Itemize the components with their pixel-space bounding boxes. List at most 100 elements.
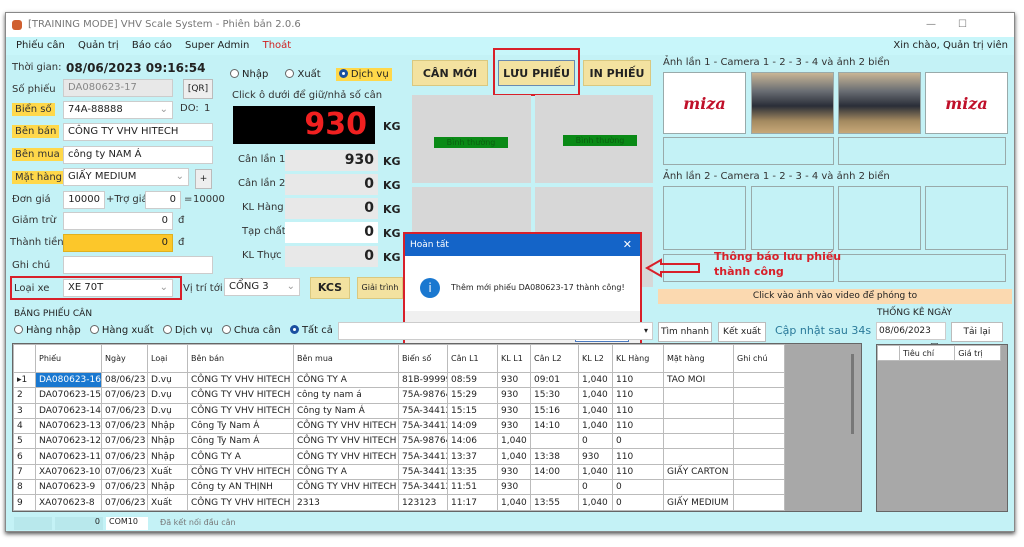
filter-hang-nhap[interactable]: Hàng nhập	[14, 325, 81, 336]
column-header[interactable]: Mặt hàng	[663, 344, 734, 373]
table-row[interactable]: 4 NA070623-13 07/06/23 Nhập Công Ty Nam Á CÔN…	[13, 417, 785, 435]
close-icon[interactable]: ✕	[623, 234, 632, 256]
video-cell-2[interactable]: Bình thường	[535, 95, 653, 183]
discount-field[interactable]: 0	[63, 212, 173, 230]
column-header[interactable]: Phiếu	[35, 344, 102, 373]
column-header[interactable]: KL L2	[578, 344, 613, 373]
table-cell: Nhập	[147, 433, 188, 450]
table-cell: 08:59	[447, 371, 498, 389]
weight-display[interactable]: 930	[233, 106, 375, 144]
stats-date-picker[interactable]: 08/06/2023▤▾	[876, 322, 946, 352]
column-header[interactable]: Biển số	[398, 344, 448, 373]
column-header[interactable]: Bên mua	[293, 344, 399, 373]
table-cell: 09:01	[530, 371, 579, 389]
table-row[interactable]: 7 XA070623-10 07/06/23 Xuất CÔNG TY VHV HITE…	[13, 463, 785, 481]
note-field[interactable]	[63, 256, 213, 274]
column-header[interactable]: Ngày	[101, 344, 148, 373]
filter-tat-ca[interactable]: Tất cả	[289, 325, 333, 336]
menu-thoat[interactable]: Thoát	[263, 37, 292, 55]
table-cell: ▸1	[13, 371, 36, 389]
camera-image-2[interactable]	[751, 72, 834, 134]
filter-hang-xuat[interactable]: Hàng xuất	[89, 325, 154, 336]
filter-dich-vu[interactable]: Dịch vụ	[162, 325, 213, 336]
seller-field[interactable]: CÔNG TY VHV HITECH	[63, 123, 213, 141]
table-cell: NA070623-13	[35, 417, 102, 435]
table-row[interactable]: 6 NA070623-11 07/06/23 Nhập CÔNG TY A CÔNG TY…	[13, 448, 785, 465]
filter-chua-can[interactable]: Chưa cân	[221, 325, 281, 336]
qr-button[interactable]: [QR]	[183, 79, 213, 99]
impurity-field[interactable]: 0	[285, 222, 378, 243]
table-cell: 75A-34412	[398, 417, 448, 435]
net-weight-value: 0	[285, 246, 378, 267]
column-header[interactable]: KL Hàng	[612, 344, 664, 373]
quick-search-button[interactable]: Tìm nhanh	[658, 322, 712, 342]
subsidy-field[interactable]: 0	[145, 191, 181, 209]
column-header[interactable]: KL L1	[497, 344, 531, 373]
stats-col-criteria: Tiêu chí	[898, 344, 956, 362]
camera2-image-2[interactable]	[751, 186, 834, 250]
minimize-button[interactable]: —	[926, 13, 936, 37]
print-ticket-button[interactable]: IN PHIẾU	[583, 60, 651, 86]
menu-phieu-can[interactable]: Phiếu cân	[16, 37, 65, 55]
camera2-image-1[interactable]	[663, 186, 746, 250]
camera-image-4[interactable]: miza	[925, 72, 1008, 134]
kcs-button[interactable]: KCS	[310, 277, 350, 299]
table-cell	[733, 479, 785, 496]
table-cell: 0	[612, 494, 664, 511]
column-header[interactable]	[13, 344, 36, 373]
buyer-field[interactable]: công ty NAM Á	[63, 146, 213, 164]
new-weigh-button[interactable]: CÂN MỚI	[412, 60, 488, 86]
add-goods-button[interactable]: +	[195, 169, 212, 189]
reload-button[interactable]: Tải lại	[951, 322, 1003, 342]
camera2-image-3[interactable]	[838, 186, 921, 250]
camera-image-1[interactable]: miza	[663, 72, 746, 134]
note-label: Ghi chú	[12, 260, 51, 271]
table-row[interactable]: 2 DA070623-15 07/06/23 D.vụ CÔNG TY VHV HITE…	[13, 387, 785, 404]
column-header[interactable]: Loại	[147, 344, 188, 373]
maximize-button[interactable]: ☐	[958, 13, 967, 37]
column-header[interactable]: Ghi chú	[733, 344, 785, 373]
table-cell: Xuất	[147, 494, 188, 511]
camera-image-3[interactable]	[838, 72, 921, 134]
table-row[interactable]: 9 XA070623-8 07/06/23 Xuất CÔNG TY VHV HITEC…	[13, 494, 785, 511]
price-field[interactable]: 10000	[63, 191, 105, 209]
annotation-line1: Thông báo lưu phiếu	[714, 250, 842, 263]
column-header[interactable]: Cân L2	[530, 344, 579, 373]
menu-quan-tri[interactable]: Quản trị	[78, 37, 119, 55]
goods-select[interactable]: GIẤY MEDIUM ⌄	[63, 168, 189, 186]
table-cell: Công ty Nam Á	[293, 402, 399, 419]
table-cell: 07/06/23	[101, 463, 148, 481]
dest-select[interactable]: CỔNG 3 ⌄	[224, 278, 300, 296]
plate2-image-2[interactable]	[838, 254, 1006, 282]
column-header[interactable]: Cân L1	[447, 344, 498, 373]
video-cell-1[interactable]: Bình thường	[412, 95, 531, 183]
column-header[interactable]: Bên bán	[187, 344, 294, 373]
table-row[interactable]: 8 NA070623-9 07/06/23 Nhập Công ty AN THỊNH C…	[13, 479, 785, 496]
do-label: DO:	[180, 103, 199, 114]
plate-image-2[interactable]	[838, 137, 1006, 165]
search-input[interactable]: ▾	[338, 322, 653, 340]
export-button[interactable]: Kết xuất	[718, 322, 766, 342]
plate-select[interactable]: 74A-88888 ⌄	[63, 101, 173, 119]
radio-xuat[interactable]: Xuất	[285, 69, 321, 80]
menu-super-admin[interactable]: Super Admin	[185, 37, 249, 55]
table-cell: 75A-34412	[398, 448, 448, 465]
radio-dich-vu[interactable]: Dịch vụ	[335, 68, 392, 81]
vehicle-value: XE 70T	[68, 282, 104, 293]
table-cell: 4	[13, 417, 36, 435]
table-cell: 1,040	[578, 463, 613, 481]
table-row[interactable]: 5 NA070623-12 07/06/23 Nhập Công Ty Nam Á CÔN…	[13, 433, 785, 450]
table-cell: 75A-98764	[398, 433, 448, 450]
save-ticket-button[interactable]: LƯU PHIẾU	[498, 60, 575, 86]
dest-label: Vị trí tới	[183, 283, 223, 294]
explain-button[interactable]: Giải trình	[357, 277, 403, 299]
menu-bao-cao[interactable]: Báo cáo	[132, 37, 172, 55]
vehicle-select[interactable]: XE 70T ⌄	[63, 279, 173, 297]
table-row[interactable]: 3 DA070623-14 07/06/23 D.vụ CÔNG TY VHV HITE…	[13, 402, 785, 419]
stats-col	[877, 344, 900, 362]
camera2-image-4[interactable]	[925, 186, 1008, 250]
radio-nhap[interactable]: Nhập	[230, 69, 268, 80]
plate-image-1[interactable]	[663, 137, 834, 165]
scrollbar[interactable]	[851, 354, 854, 434]
table-row[interactable]: ▸1 DA080623-16 08/06/23 D.vụ CÔNG TY VHV HIT…	[13, 371, 785, 389]
